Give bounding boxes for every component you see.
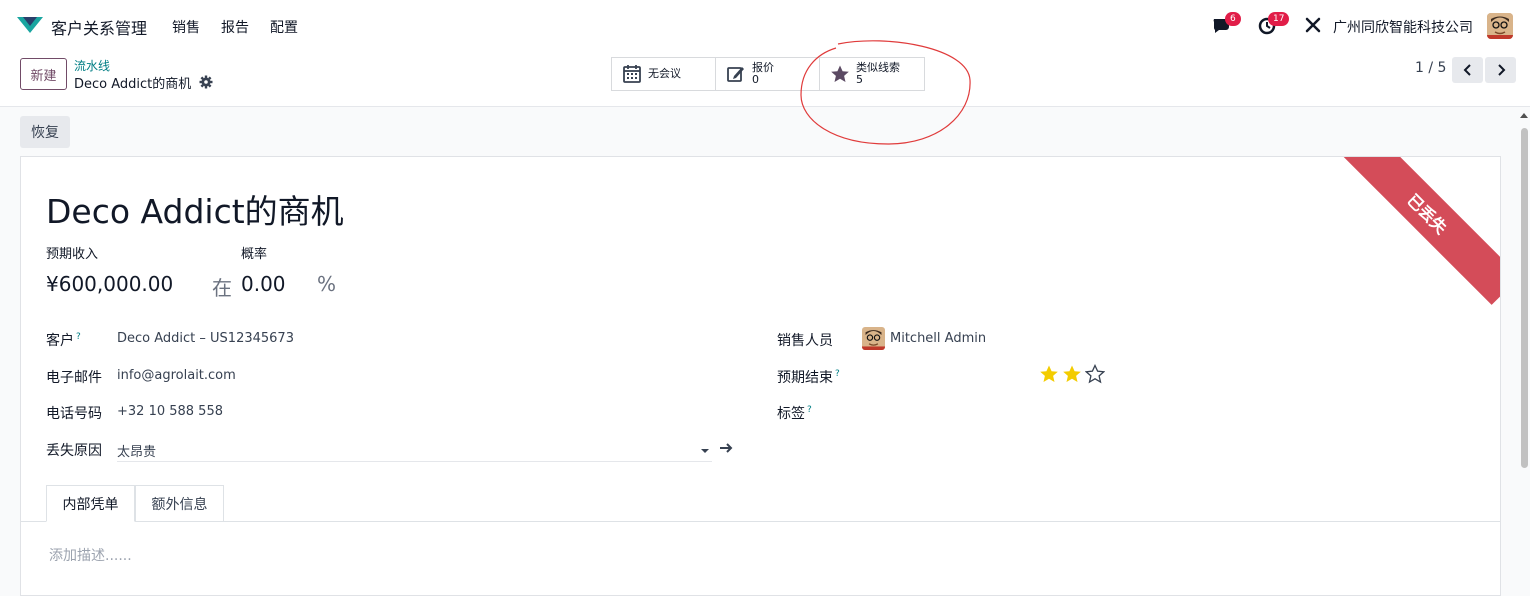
menu-reports[interactable]: 报告 (221, 17, 249, 37)
priority-star-1-icon[interactable] (1039, 364, 1059, 384)
email-label: 电子邮件 (46, 370, 102, 386)
pager-next-button[interactable] (1485, 57, 1516, 83)
lost-ribbon: 已丢失 (1336, 157, 1500, 305)
user-avatar[interactable] (1487, 13, 1513, 39)
salesperson-field[interactable]: Mitchell Admin (890, 331, 986, 346)
tab-extra-info[interactable]: 额外信息 (135, 485, 224, 522)
chevron-left-icon (1463, 64, 1471, 76)
arrow-right-icon[interactable] (719, 441, 733, 455)
app-name[interactable]: 客户关系管理 (51, 15, 147, 39)
tab-internal-notes[interactable]: 内部凭单 (46, 485, 135, 522)
expected-revenue-value[interactable]: ¥600,000.00 (46, 272, 173, 296)
in-label: 在 (212, 276, 232, 300)
quotations-count: 0 (752, 73, 759, 86)
percent-sign: % (317, 272, 337, 296)
form-sheet: 已丢失 Deco Addict的商机 预期收入 概率 ¥600,000.00 在… (20, 156, 1501, 596)
salesperson-face-icon (862, 327, 885, 350)
activity-badge: 17 (1268, 12, 1290, 26)
expected-revenue-label: 预期收入 (46, 247, 99, 262)
probability-label: 概率 (241, 247, 268, 262)
salesperson-avatar (862, 327, 885, 350)
lost-reason-underline (117, 461, 712, 462)
description-field[interactable]: 添加描述...... (49, 545, 132, 565)
calendar-icon (623, 65, 641, 83)
menu-sales[interactable]: 销售 (172, 17, 200, 37)
salesperson-label: 销售人员 (777, 333, 833, 349)
menu-configuration[interactable]: 配置 (270, 17, 298, 37)
crm-app-icon[interactable] (16, 15, 44, 35)
customer-field[interactable]: Deco Addict – US12345673 (117, 331, 294, 346)
breadcrumb-pipeline-link[interactable]: 流水线 (74, 57, 110, 74)
email-field[interactable]: info@agrolait.com (117, 368, 236, 383)
restore-button[interactable]: 恢复 (20, 116, 70, 148)
top-navbar: 客户关系管理 销售 报告 配置 6 17 广州同欣智能科技公司 (0, 0, 1530, 50)
edit-icon (727, 67, 744, 82)
star-icon (831, 65, 849, 82)
pager-value[interactable]: 1 / 5 (1415, 60, 1446, 76)
pager-previous-button[interactable] (1452, 57, 1483, 83)
chevron-right-icon (1497, 64, 1505, 76)
scrollbar-thumb[interactable] (1521, 128, 1528, 468)
gear-icon[interactable] (199, 75, 213, 89)
quotations-smart-button[interactable]: 报价 0 (715, 57, 820, 91)
lost-reason-label: 丢失原因 (46, 443, 102, 459)
page-scrollbar[interactable] (1518, 110, 1530, 588)
new-button[interactable]: 新建 (20, 58, 67, 90)
meetings-smart-button[interactable]: 无会议 (611, 57, 716, 91)
scroll-up-arrow-icon[interactable] (1520, 112, 1528, 120)
control-panel: 新建 流水线 Deco Addict的商机 无会议 报价 0 类似线索 5 1 … (0, 50, 1530, 107)
breadcrumb-current: Deco Addict的商机 (74, 77, 192, 92)
priority-star-2-icon[interactable] (1062, 364, 1082, 384)
similar-leads-count: 5 (856, 73, 863, 86)
user-face-icon (1487, 13, 1513, 39)
debug-tools-icon[interactable] (1304, 16, 1322, 34)
caret-down-icon[interactable] (701, 448, 709, 454)
expected-closing-label: 预期结束? (777, 369, 840, 386)
company-switcher[interactable]: 广州同欣智能科技公司 (1333, 17, 1473, 37)
opportunity-title[interactable]: Deco Addict的商机 (46, 185, 344, 233)
probability-value[interactable]: 0.00 (241, 272, 286, 296)
customer-label: 客户? (46, 332, 81, 349)
messages-badge: 6 (1225, 12, 1241, 26)
tabs-divider (21, 521, 1500, 522)
tags-label: 标签? (777, 405, 812, 422)
similar-leads-smart-button[interactable]: 类似线索 5 (819, 57, 925, 91)
phone-label: 电话号码 (46, 406, 102, 422)
lost-reason-field[interactable]: 太昂贵 (117, 441, 156, 460)
phone-field[interactable]: +32 10 588 558 (117, 404, 223, 419)
priority-star-3-icon[interactable] (1085, 364, 1105, 384)
meetings-label: 无会议 (648, 67, 681, 80)
